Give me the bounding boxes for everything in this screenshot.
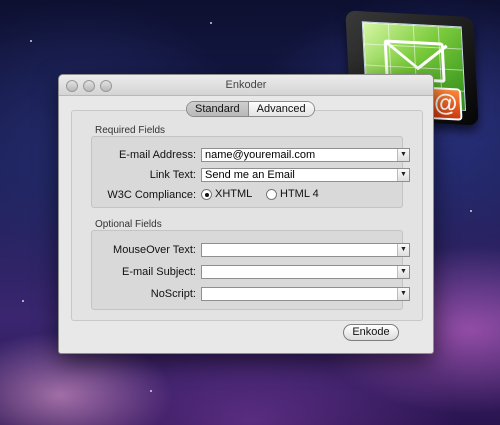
radio-html4[interactable]: HTML 4 [266,188,319,200]
required-fields-group: E-mail Address: name@youremail.com ▼ Lin… [91,136,410,208]
noscript-field[interactable]: ▼ [201,287,410,301]
email-address-value: name@youremail.com [205,149,316,161]
email-address-label: E-mail Address: [118,149,196,161]
radio-html4-label: HTML 4 [280,188,319,200]
noscript-label: NoScript: [150,288,196,300]
email-subject-label: E-mail Subject: [122,266,196,278]
enkoder-window: Enkoder Required Fields E-mail Address: … [58,74,434,354]
link-text-label: Link Text: [149,169,196,181]
tab-standard[interactable]: Standard [187,102,249,116]
tab-advanced[interactable]: Advanced [248,102,314,116]
chevron-down-icon[interactable]: ▼ [397,244,409,256]
star [150,390,152,392]
chevron-down-icon[interactable]: ▼ [397,266,409,278]
radio-selected-icon [201,188,212,200]
email-subject-field[interactable]: ▼ [201,265,410,279]
optional-fields-group: MouseOver Text: ▼ E-mail Subject: ▼ NoSc… [91,230,410,310]
required-fields-label: Required Fields [95,125,166,136]
mouseover-text-field[interactable]: ▼ [201,243,410,257]
star [22,300,24,302]
enkode-button[interactable]: Enkode [343,324,399,341]
chevron-down-icon[interactable]: ▼ [397,169,409,181]
chevron-down-icon[interactable]: ▼ [397,149,409,161]
optional-fields-label: Optional Fields [95,219,162,230]
title-bar[interactable]: Enkoder [59,75,433,96]
mouseover-text-label: MouseOver Text: [113,244,196,256]
star [210,22,212,24]
mode-tabs: Standard Advanced [186,101,315,117]
window-title: Enkoder [225,79,267,91]
star [30,40,32,42]
tab-panel: Required Fields E-mail Address: name@you… [71,110,423,321]
w3c-compliance-label: W3C Compliance: [107,189,196,201]
star [470,210,472,212]
link-text-field[interactable]: Send me an Email ▼ [201,168,410,182]
link-text-value: Send me an Email [205,169,295,181]
chevron-down-icon[interactable]: ▼ [397,288,409,300]
radio-unselected-icon [266,188,277,200]
radio-xhtml-label: XHTML [215,188,253,200]
radio-xhtml[interactable]: XHTML [201,188,252,200]
email-address-field[interactable]: name@youremail.com ▼ [201,148,410,162]
